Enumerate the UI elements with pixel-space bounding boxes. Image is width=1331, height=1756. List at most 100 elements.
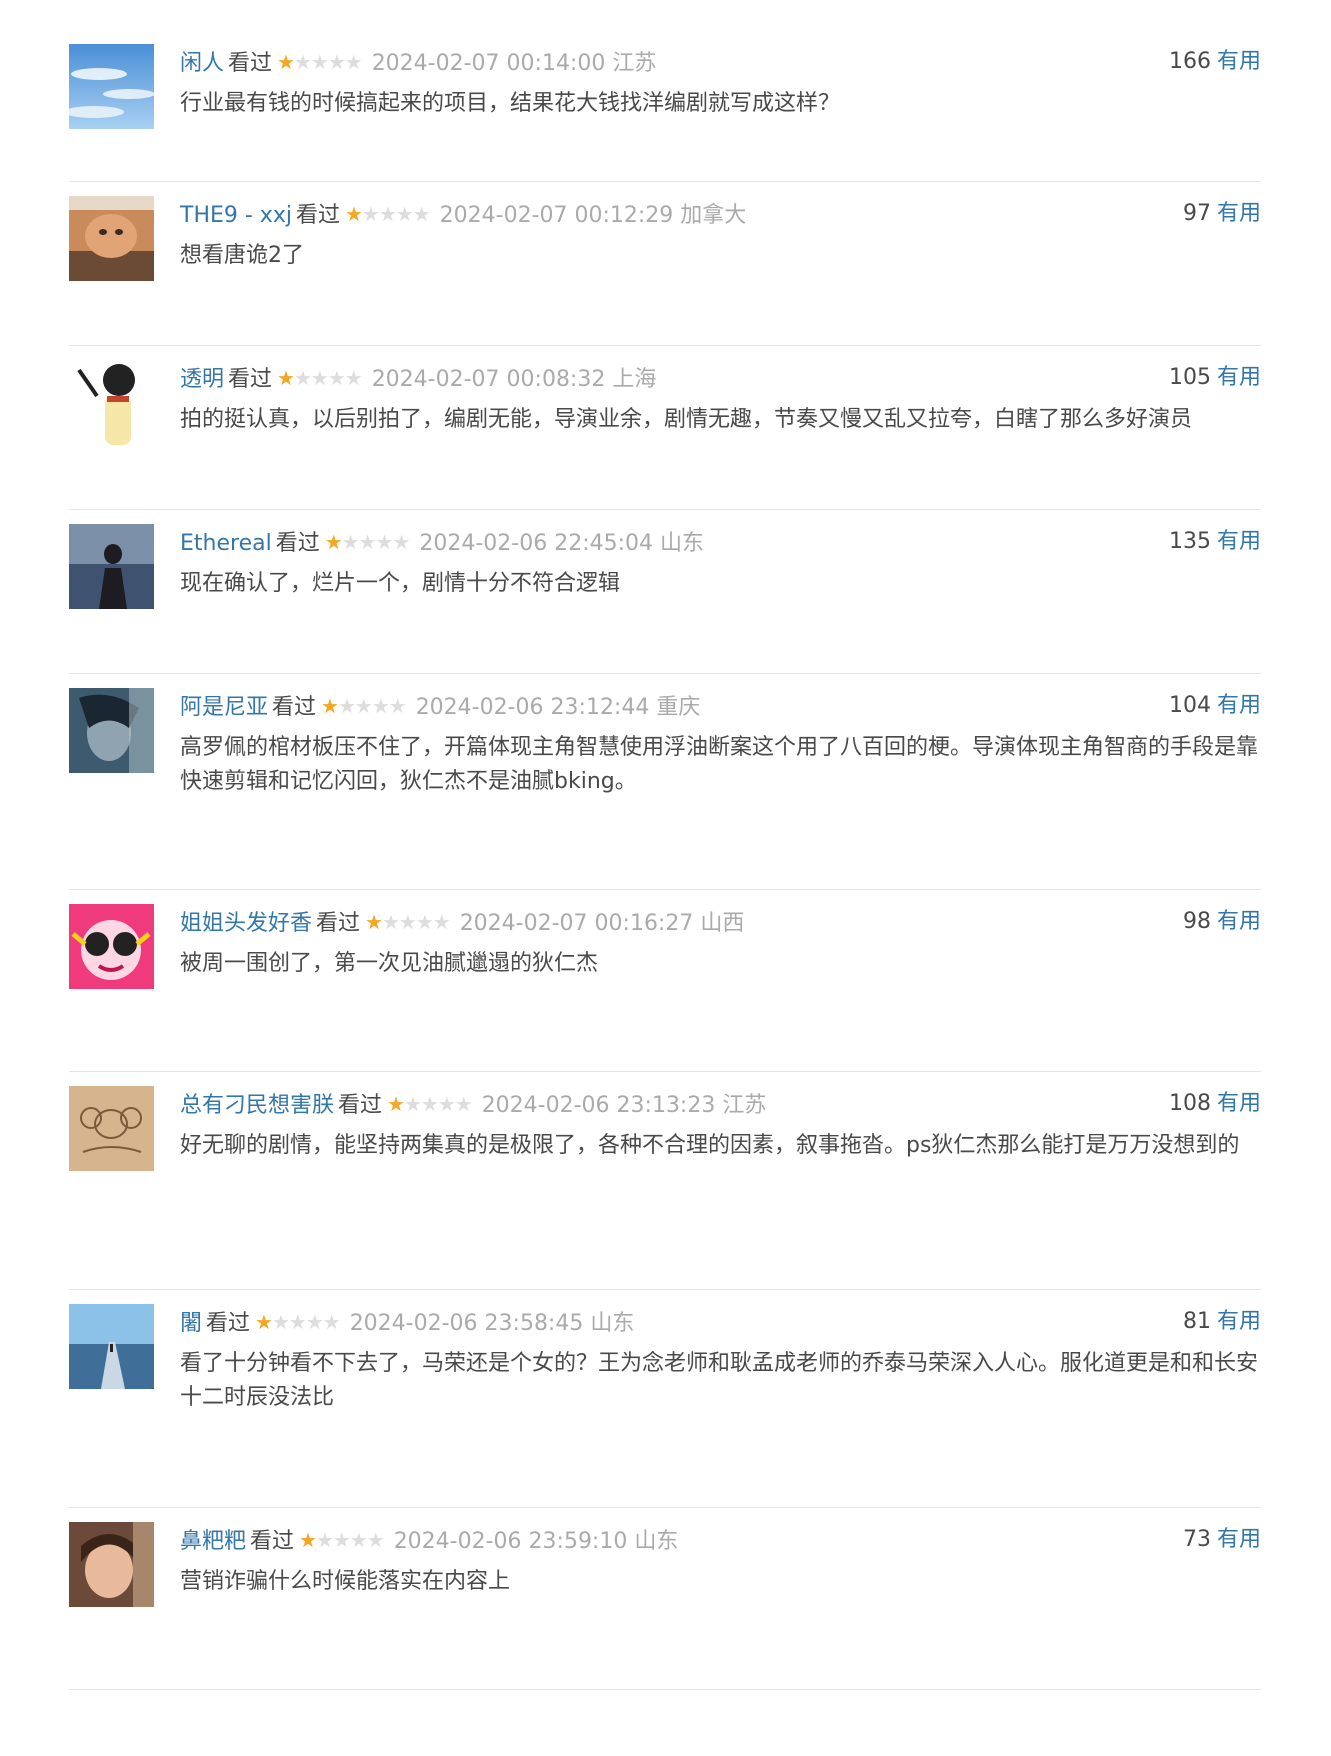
comment-item: 阿是尼亚 看过 ★★★★★ 2024-02-06 23:12:44 重庆 104 有用 高…: [69, 674, 1261, 890]
comment-item: 透明 看过 ★★★★★ 2024-02-07 00:08:32 上海 105 有用 拍的挺…: [69, 346, 1261, 510]
rating-stars: ★★★★★: [387, 1092, 473, 1116]
useful-button[interactable]: 有用: [1217, 909, 1261, 934]
comment-text: 现在确认了，烂片一个，剧情十分不符合逻辑: [180, 571, 621, 596]
vote-area: 135 有用: [1169, 527, 1261, 557]
avatar[interactable]: [69, 1522, 154, 1607]
rating-stars: ★★★★★: [321, 694, 407, 718]
vote-area: 108 有用: [1169, 1089, 1261, 1119]
comment-item: 姐姐头发好香 看过 ★★★★★ 2024-02-07 00:16:27 山西 98 有用 …: [69, 890, 1261, 1072]
comment-location: 山西: [700, 911, 745, 936]
vote-count: 81: [1182, 1309, 1211, 1334]
comment-time: 2024-02-07 00:14:00: [371, 51, 606, 76]
comment-location: 重庆: [656, 695, 701, 720]
comment-time: 2024-02-07 00:12:29: [439, 203, 674, 228]
road-avatar-image: [69, 1304, 154, 1389]
avatar[interactable]: [69, 44, 154, 129]
comment-text: 被周一围创了，第一次见油腻邋遢的狄仁杰: [180, 951, 599, 976]
watch-status: 看过: [338, 1093, 383, 1118]
vote-count: 166: [1168, 49, 1211, 74]
user-link[interactable]: 闲人: [180, 51, 224, 76]
avatar[interactable]: [69, 688, 154, 773]
rating-stars: ★★★★★: [299, 1528, 385, 1552]
user-link[interactable]: THE9 - xxj: [180, 203, 292, 228]
sea-avatar-image: [69, 524, 154, 609]
koala-avatar-image: [69, 1086, 154, 1171]
vote-count: 98: [1182, 909, 1211, 934]
useful-button[interactable]: 有用: [1217, 1309, 1261, 1334]
watch-status: 看过: [295, 203, 340, 228]
avatar[interactable]: [69, 904, 154, 989]
user-link[interactable]: 阿是尼亚: [180, 695, 268, 720]
comment-time: 2024-02-06 23:58:45: [349, 1311, 584, 1336]
watch-status: 看过: [316, 911, 361, 936]
comment-text: 好无聊的剧情，能坚持两集真的是极限了，各种不合理的因素，叙事拖沓。ps狄仁杰那么…: [180, 1133, 1240, 1158]
comment-text: 看了十分钟看不下去了，马荣还是个女的？王为念老师和耿孟成老师的乔泰马荣深入人心。…: [180, 1351, 1259, 1410]
comment-time: 2024-02-07 00:16:27: [459, 911, 694, 936]
vote-area: 105 有用: [1169, 363, 1261, 393]
avatar[interactable]: [69, 1304, 154, 1389]
user-link[interactable]: 闍: [180, 1311, 202, 1336]
useful-button[interactable]: 有用: [1217, 365, 1261, 390]
comment-text: 行业最有钱的时候搞起来的项目，结果花大钱找洋编剧就写成这样？: [180, 91, 841, 116]
user-link[interactable]: 姐姐头发好香: [180, 911, 312, 936]
vote-area: 81 有用: [1183, 1307, 1261, 1337]
comment-location: 江苏: [612, 51, 657, 76]
comment-text: 拍的挺认真，以后别拍了，编剧无能，导演业余，剧情无趣，节奏又慢又乱又拉夸，白瞎了…: [180, 407, 1193, 432]
comment-item: THE9 - xxj 看过 ★★★★★ 2024-02-07 00:12:29 加拿大 …: [69, 182, 1261, 346]
watch-status: 看过: [206, 1311, 251, 1336]
comment-time: 2024-02-06 23:59:10: [393, 1529, 628, 1554]
watch-status: 看过: [228, 51, 273, 76]
rating-stars: ★★★★★: [255, 1310, 341, 1334]
vote-area: 104 有用: [1169, 691, 1261, 721]
comment-time: 2024-02-07 00:08:32: [371, 367, 606, 392]
child-avatar-image: [69, 1522, 154, 1607]
vote-area: 98 有用: [1183, 907, 1261, 937]
vote-count: 105: [1168, 365, 1211, 390]
avatar[interactable]: [69, 196, 154, 281]
watch-status: 看过: [250, 1529, 295, 1554]
watch-status: 看过: [275, 531, 320, 556]
rating-stars: ★★★★★: [344, 202, 431, 226]
user-link[interactable]: 透明: [180, 367, 224, 392]
comment-item: 总有刁民想害朕 看过 ★★★★★ 2024-02-06 23:13:23 江苏 108 有…: [69, 1072, 1261, 1290]
watch-status: 看过: [272, 695, 317, 720]
rating-stars: ★★★★★: [277, 50, 363, 74]
useful-button[interactable]: 有用: [1217, 49, 1261, 74]
comment-time: 2024-02-06 22:45:04: [419, 531, 654, 556]
vote-count: 104: [1168, 693, 1211, 718]
user-link[interactable]: 总有刁民想害朕: [180, 1093, 334, 1118]
watch-status: 看过: [228, 367, 273, 392]
comment-location: 江苏: [722, 1093, 767, 1118]
comment-list: 闲人 看过 ★★★★★ 2024-02-07 00:14:00 江苏 166 有用 行业最…: [69, 30, 1261, 1690]
useful-button[interactable]: 有用: [1217, 201, 1261, 226]
vote-count: 108: [1168, 1091, 1211, 1116]
user-link[interactable]: 鼻粑粑: [180, 1529, 246, 1554]
useful-button[interactable]: 有用: [1217, 1091, 1261, 1116]
vote-count: 135: [1168, 529, 1211, 554]
useful-button[interactable]: 有用: [1217, 529, 1261, 554]
comment-item: 鼻粑粑 看过 ★★★★★ 2024-02-06 23:59:10 山东 73 有用 营销诈…: [69, 1508, 1261, 1690]
avatar[interactable]: [69, 1086, 154, 1171]
avatar[interactable]: [69, 524, 154, 609]
user-link[interactable]: Ethereal: [180, 531, 272, 556]
comment-location: 山东: [590, 1311, 635, 1336]
comment-location: 山东: [660, 531, 705, 556]
vote-area: 73 有用: [1183, 1525, 1261, 1555]
vote-count: 97: [1182, 201, 1211, 226]
sky-avatar-image: [69, 44, 154, 129]
comment-item: 闲人 看过 ★★★★★ 2024-02-07 00:14:00 江苏 166 有用 行业最…: [69, 30, 1261, 182]
comment-time: 2024-02-06 23:12:44: [415, 695, 650, 720]
comment-time: 2024-02-06 23:13:23: [481, 1093, 716, 1118]
avatar[interactable]: [69, 360, 154, 445]
comment-item: 闍看过 ★★★★★ 2024-02-06 23:58:45 山东 81 有用 看了十分钟…: [69, 1290, 1261, 1508]
useful-button[interactable]: 有用: [1217, 693, 1261, 718]
vote-area: 97 有用: [1183, 199, 1261, 229]
vote-area: 166 有用: [1169, 47, 1261, 77]
useful-button[interactable]: 有用: [1217, 1527, 1261, 1552]
comment-location: 山东: [634, 1529, 679, 1554]
cartoon-avatar-image: [69, 360, 154, 445]
portrait-avatar-image: [69, 688, 154, 773]
comment-text: 高罗佩的棺材板压不住了，开篇体现主角智慧使用浮油断案这个用了八百回的梗。导演体现…: [180, 735, 1259, 794]
pink-cartoon-avatar-image: [69, 904, 154, 989]
rating-stars: ★★★★★: [324, 530, 411, 554]
